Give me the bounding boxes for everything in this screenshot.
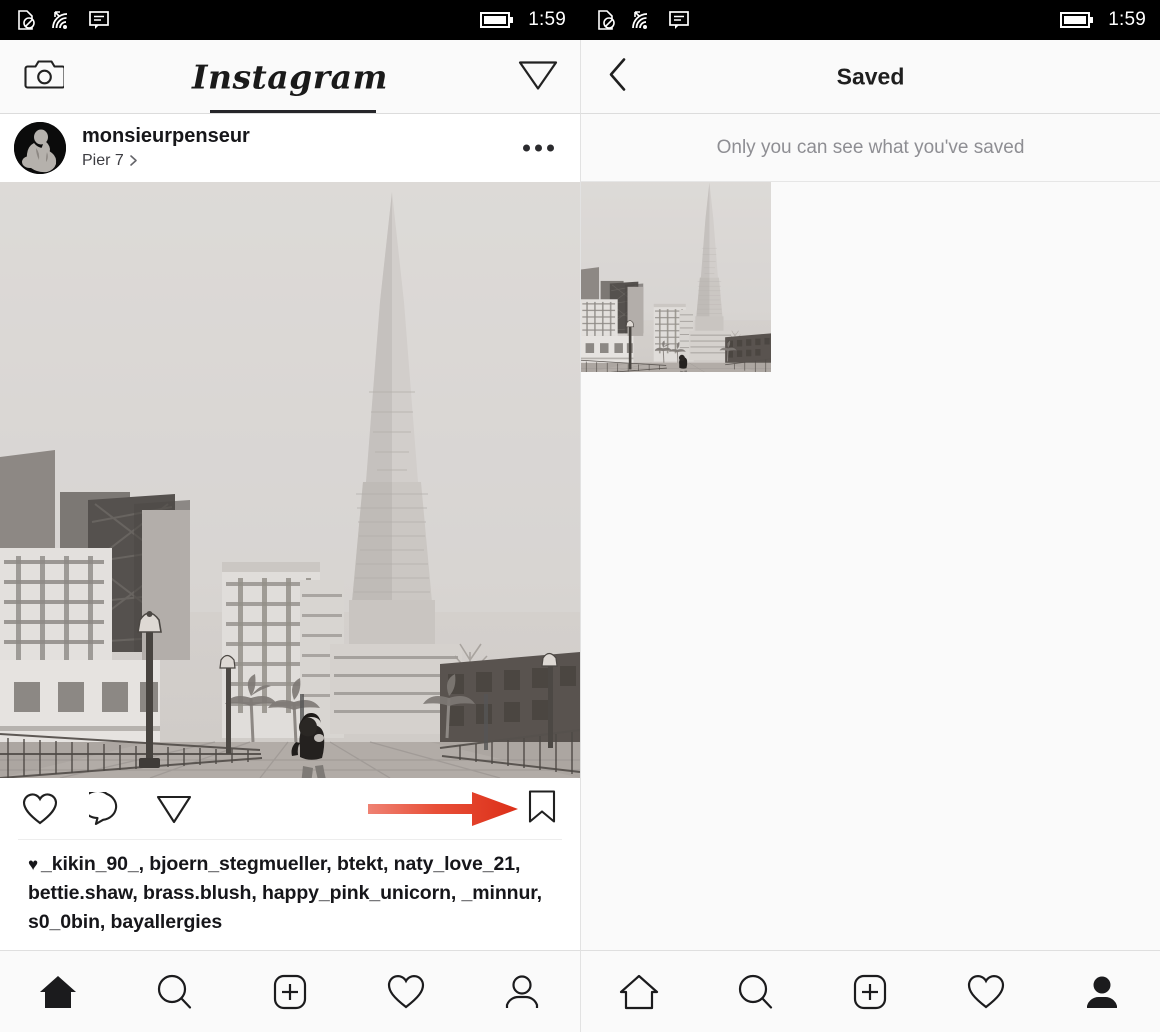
post-photo[interactable] [0, 182, 580, 778]
status-bar-clock-right: 1:59 [1108, 9, 1146, 30]
status-bar-clock-left: 1:59 [528, 9, 566, 30]
heart-icon [387, 974, 425, 1008]
saved-privacy-note: Only you can see what you've saved [581, 114, 1160, 182]
heart-icon [968, 974, 1005, 1008]
plus-square-icon [273, 974, 307, 1009]
feed-pane: monsieurpenseur Pier 7 ♥ _kikin_90_, bjo… [0, 114, 580, 950]
home-icon [619, 974, 658, 1009]
status-bar-right: 1:59 [580, 0, 1160, 40]
tab-profile[interactable] [1056, 951, 1148, 1032]
post-location[interactable]: Pier 7 [82, 151, 250, 172]
tab-search[interactable] [709, 951, 801, 1032]
tab-profile[interactable] [476, 951, 568, 1032]
like-button[interactable] [22, 792, 58, 826]
annotation-red-arrow [368, 792, 518, 826]
status-bar: 1:59 1:59 [0, 0, 1160, 40]
wifi-icon [632, 11, 648, 29]
heart-icon [22, 793, 58, 825]
actions-divider [18, 839, 562, 840]
screen: 1:59 1:59 Instagram Saved monsieurpenseu… [0, 0, 1160, 1032]
saved-grid [581, 182, 1160, 372]
tab-activity[interactable] [360, 951, 452, 1032]
tab-home[interactable] [593, 951, 685, 1032]
avatar[interactable] [14, 122, 66, 174]
home-tab-indicator [210, 110, 376, 113]
status-bar-right-right-cluster: 1:59 [1060, 0, 1146, 40]
direct-messages-button[interactable] [518, 56, 558, 97]
status-bar-left: 1:59 [0, 0, 580, 40]
the-thinker-avatar-image [14, 122, 66, 174]
comment-button[interactable] [89, 792, 125, 826]
plus-square-icon [854, 974, 887, 1009]
likes-usernames: _kikin_90_, bjoern_stegmueller, btekt, n… [28, 853, 542, 933]
tab-add[interactable] [824, 951, 916, 1032]
search-icon [738, 974, 772, 1009]
tab-search[interactable] [128, 951, 220, 1032]
bookmark-icon [528, 790, 556, 823]
page-title: Saved [836, 63, 905, 89]
sms-icon [669, 11, 689, 29]
instagram-logo: Instagram [192, 57, 388, 96]
no-sim-icon [18, 10, 35, 30]
saved-header: Saved [580, 40, 1160, 114]
battery-icon [1060, 12, 1094, 28]
post-header-text: monsieurpenseur Pier 7 [82, 125, 250, 172]
save-button[interactable] [528, 790, 556, 829]
saved-tab-bar [580, 950, 1160, 1032]
saved-pane: Only you can see what you've saved [580, 114, 1160, 950]
ellipsis-dot [523, 144, 530, 152]
app-bars: Instagram Saved [0, 40, 1160, 114]
post-actions [0, 778, 580, 840]
post-location-label: Pier 7 [82, 151, 124, 169]
post-username[interactable]: monsieurpenseur [82, 125, 250, 148]
status-bar-left-icons [16, 9, 110, 31]
comment-icon [89, 792, 118, 826]
send-icon [156, 795, 192, 824]
send-icon [518, 60, 558, 90]
likes-heart-icon: ♥ [28, 855, 38, 874]
tab-add[interactable] [244, 951, 336, 1032]
ellipsis-dot [547, 144, 554, 152]
ellipsis-dot [535, 144, 542, 152]
chevron-right-icon [129, 155, 137, 167]
post-photo-image [0, 182, 580, 778]
instagram-header: Instagram [0, 40, 580, 114]
status-bar-right-icons [596, 9, 690, 31]
sms-icon [89, 11, 109, 29]
search-icon [157, 974, 192, 1009]
person-icon [1087, 976, 1118, 1008]
no-sim-icon [598, 10, 615, 30]
tab-home[interactable] [12, 951, 104, 1032]
share-button[interactable] [156, 792, 192, 826]
likes-list[interactable]: ♥ _kikin_90_, bjoern_stegmueller, btekt, … [0, 840, 580, 937]
home-icon [40, 975, 76, 1008]
post-options-button[interactable] [523, 144, 554, 152]
instagram-tab-bar [0, 950, 580, 1032]
post-header: monsieurpenseur Pier 7 [0, 114, 580, 182]
panes: monsieurpenseur Pier 7 ♥ _kikin_90_, bjo… [0, 114, 1160, 950]
wifi-icon [52, 11, 68, 29]
tab-bars [0, 950, 1160, 1032]
saved-thumbnail[interactable] [581, 182, 771, 372]
battery-icon [480, 12, 514, 28]
status-bar-left-right-cluster: 1:59 [480, 0, 566, 40]
person-icon [505, 974, 539, 1008]
tab-activity[interactable] [940, 951, 1032, 1032]
saved-thumbnail-image [581, 182, 771, 372]
